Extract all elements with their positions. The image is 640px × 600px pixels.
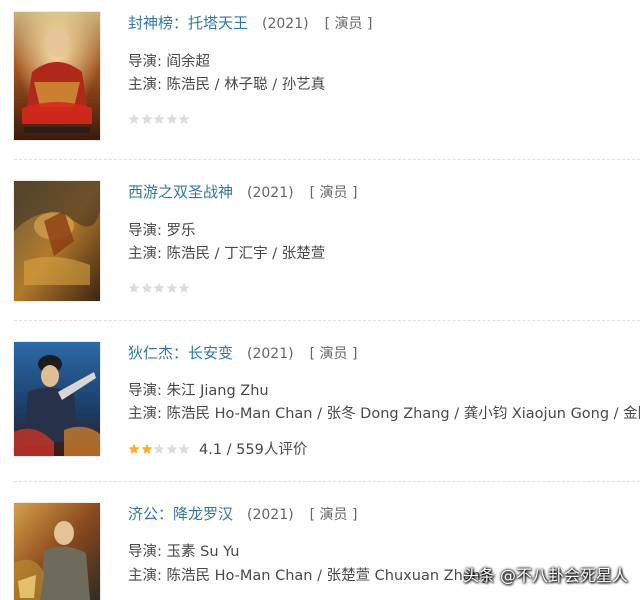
- cast-line: 主演: 陈浩民 Ho-Man Chan / 张冬 Dong Zhang / 龚小…: [128, 404, 640, 424]
- cast-line: 主演: 陈浩民 / 林子聪 / 孙艺真: [128, 75, 325, 95]
- cast-label: 主演:: [128, 568, 162, 584]
- star-empty-icon: [166, 113, 177, 124]
- entry-divider: [14, 481, 640, 482]
- star-empty-icon: [166, 282, 177, 293]
- director-name[interactable]: 玉素 Su Yu: [167, 544, 240, 560]
- star-empty-icon: [178, 443, 190, 454]
- star-empty-icon: [128, 113, 140, 124]
- entry-divider: [14, 159, 640, 160]
- movie-title-row: 济公：降龙罗汉 (2021) [ 演员 ]: [128, 504, 357, 525]
- director-name[interactable]: 罗乐: [167, 223, 196, 239]
- director-label: 导演:: [128, 223, 162, 239]
- cast-names[interactable]: 陈浩民 Ho-Man Chan / 张冬 Dong Zhang / 龚小钧 Xi…: [167, 406, 640, 422]
- movie-title-row: 狄仁杰：长安变 (2021) [ 演员 ]: [128, 343, 357, 364]
- poster-image-icon: [14, 342, 100, 456]
- star-empty-icon: [166, 443, 177, 454]
- star-empty-icon: [153, 113, 165, 124]
- movie-title-row: 西游之双圣战神 (2021) [ 演员 ]: [128, 182, 357, 203]
- movie-year: (2021): [247, 346, 294, 362]
- poster-image-icon: [14, 181, 100, 301]
- director-label: 导演:: [128, 544, 162, 560]
- star-empty-icon: [178, 282, 190, 293]
- director-label: 导演:: [128, 54, 162, 70]
- movie-role: [ 演员 ]: [309, 507, 358, 523]
- star-empty-icon: [153, 443, 165, 454]
- movie-year: (2021): [247, 507, 294, 523]
- cast-label: 主演:: [128, 246, 162, 262]
- cast-names[interactable]: 陈浩民 Ho-Man Chan / 张楚萱 Chuxuan Zhang: [167, 568, 491, 584]
- movie-year: (2021): [262, 16, 309, 32]
- star-empty-icon: [141, 113, 152, 124]
- rating-stars: [128, 113, 191, 127]
- movie-poster[interactable]: [14, 503, 100, 600]
- watermark-text: 头条 @不八卦会死星人: [462, 566, 628, 585]
- movie-year: (2021): [247, 185, 294, 201]
- director-label: 导演:: [128, 383, 162, 399]
- cast-label: 主演:: [128, 406, 162, 422]
- movie-poster[interactable]: [14, 12, 100, 140]
- cast-label: 主演:: [128, 77, 162, 93]
- movie-role: [ 演员 ]: [309, 346, 358, 362]
- movie-role: [ 演员 ]: [324, 16, 373, 32]
- movie-title-link[interactable]: 济公：降龙罗汉: [128, 505, 233, 523]
- star-filled-icon: [141, 443, 152, 454]
- poster-image-icon: [14, 503, 100, 600]
- entry-divider: [14, 320, 640, 321]
- movie-poster[interactable]: [14, 342, 100, 456]
- star-filled-icon: [128, 443, 140, 454]
- director-name[interactable]: 朱江 Jiang Zhu: [167, 383, 269, 399]
- director-line: 导演: 阎余超: [128, 52, 210, 72]
- star-empty-icon: [141, 282, 152, 293]
- cast-names[interactable]: 陈浩民 / 丁汇宇 / 张楚萱: [167, 246, 326, 262]
- star-empty-icon: [128, 282, 140, 293]
- movie-role: [ 演员 ]: [309, 185, 358, 201]
- rating-stars: [128, 443, 191, 457]
- movie-poster[interactable]: [14, 181, 100, 301]
- cast-names[interactable]: 陈浩民 / 林子聪 / 孙艺真: [167, 77, 326, 93]
- rating-stars: [128, 282, 191, 296]
- director-line: 导演: 罗乐: [128, 221, 196, 241]
- poster-image-icon: [14, 12, 100, 140]
- movie-title-link[interactable]: 西游之双圣战神: [128, 183, 233, 201]
- rating-score-text: 4.1 / 559人评价: [199, 442, 308, 458]
- cast-line: 主演: 陈浩民 Ho-Man Chan / 张楚萱 Chuxuan Zhang: [128, 566, 490, 586]
- director-name[interactable]: 阎余超: [167, 54, 211, 70]
- star-empty-icon: [153, 282, 165, 293]
- movie-title-row: 封神榜：托塔天王 (2021) [ 演员 ]: [128, 13, 372, 34]
- movie-title-link[interactable]: 封神榜：托塔天王: [128, 14, 248, 32]
- star-empty-icon: [178, 113, 190, 124]
- movie-title-link[interactable]: 狄仁杰：长安变: [128, 344, 233, 362]
- director-line: 导演: 玉素 Su Yu: [128, 542, 240, 562]
- director-line: 导演: 朱江 Jiang Zhu: [128, 381, 269, 401]
- cast-line: 主演: 陈浩民 / 丁汇宇 / 张楚萱: [128, 244, 325, 264]
